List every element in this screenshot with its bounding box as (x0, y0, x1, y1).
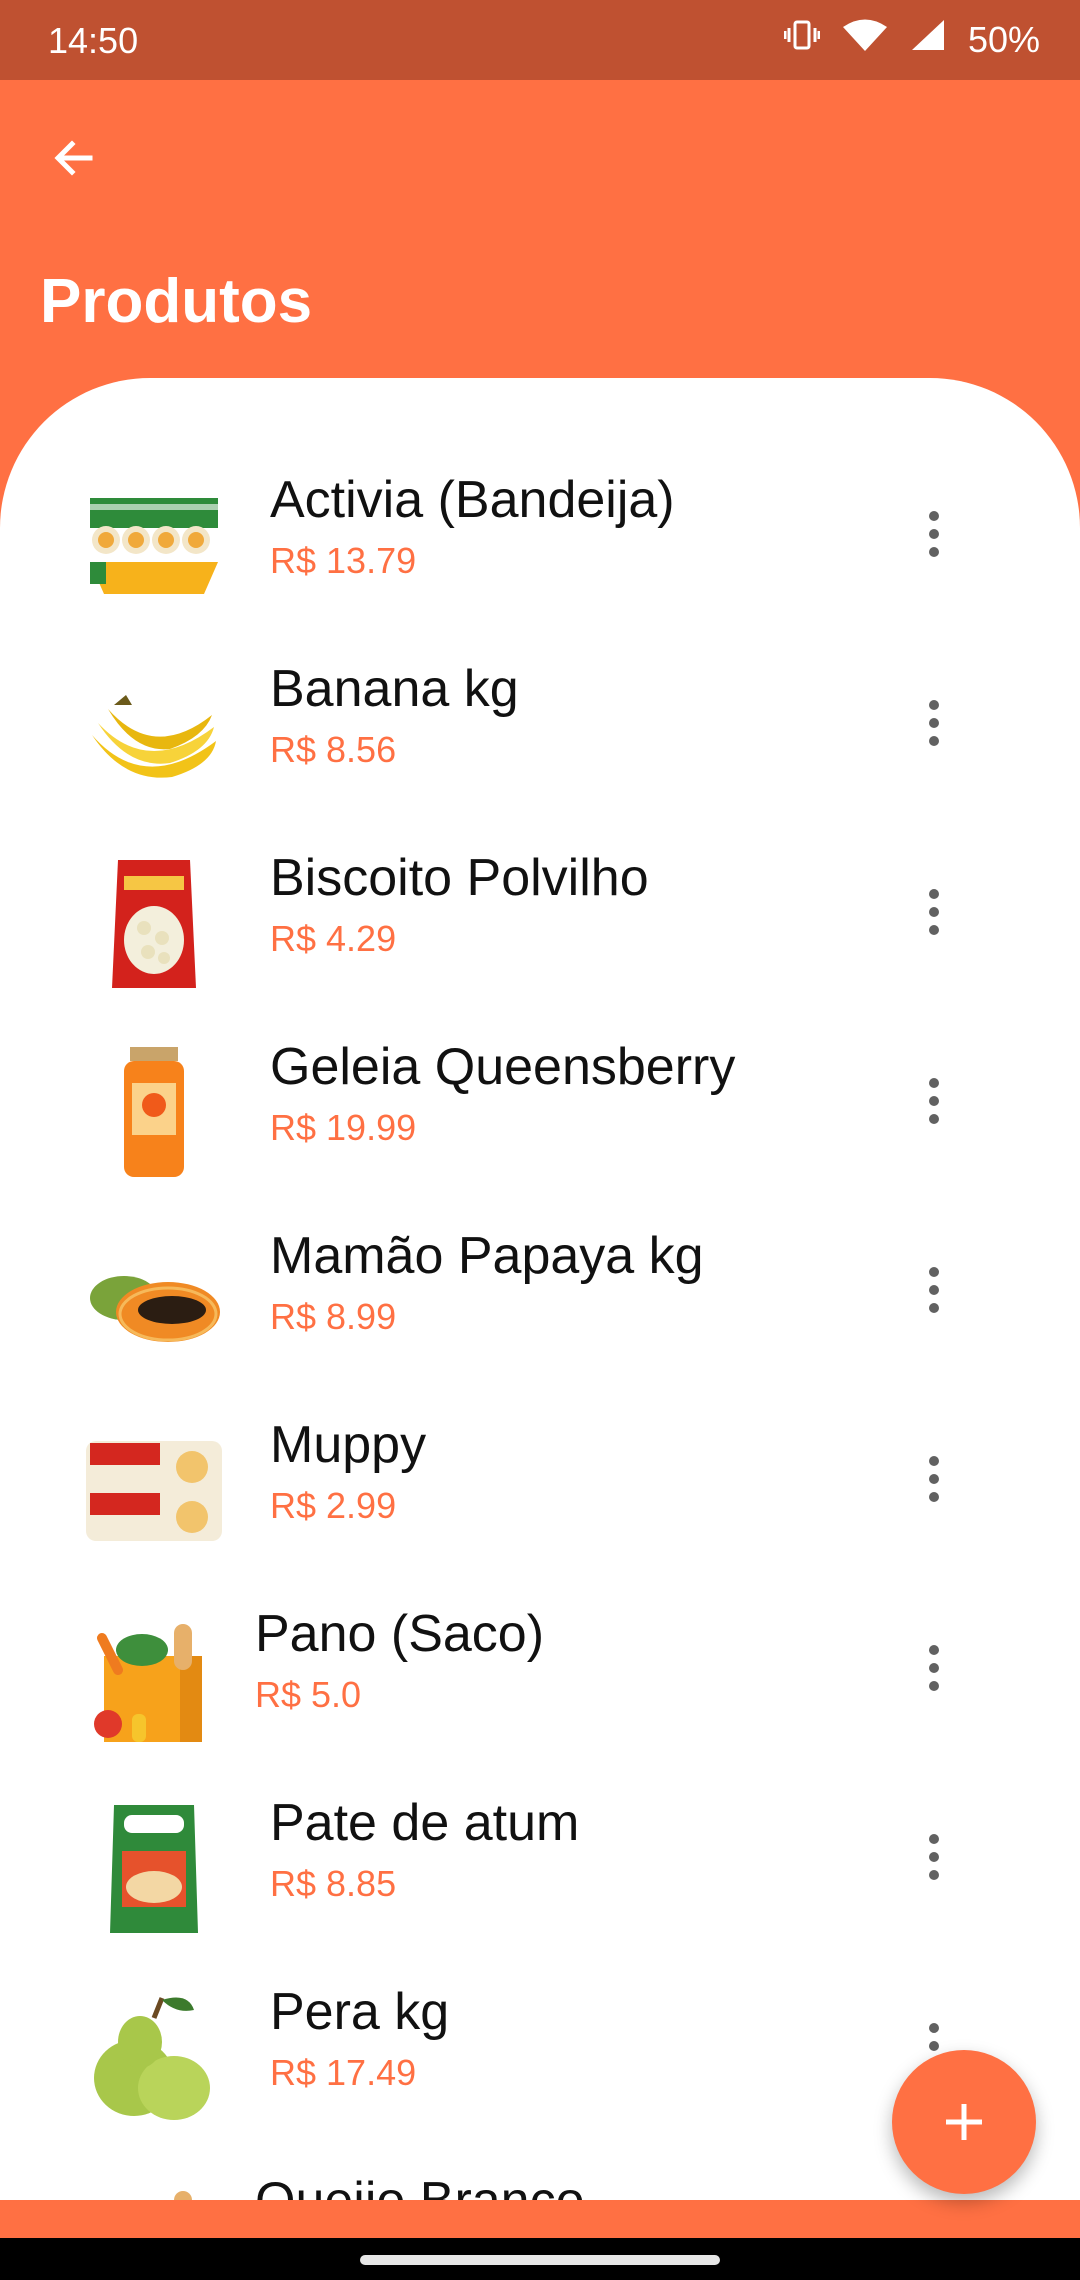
product-item[interactable]: Pano (Saco) R$ 5.0 (0, 1572, 1080, 1761)
product-item[interactable]: Biscoito Polvilho R$ 4.29 (0, 816, 1080, 1005)
vibrate-icon (783, 18, 821, 61)
product-name: Pano (Saco) (255, 1605, 545, 1663)
product-price: R$ 13.79 (270, 540, 417, 581)
product-name: Activia (Bandeija) (270, 471, 675, 529)
more-options-button[interactable] (906, 1821, 962, 1893)
product-price: R$ 5.0 (255, 1674, 362, 1715)
more-options-button[interactable] (906, 876, 962, 948)
more-options-button[interactable] (906, 2199, 962, 2200)
content-sheet: Activia (Bandeija) R$ 13.79 Banana kg R$… (0, 378, 1080, 2200)
product-name: Biscoito Polvilho (270, 849, 649, 907)
status-time: 14:50 (48, 20, 139, 61)
more-options-button[interactable] (906, 1065, 962, 1137)
add-product-button[interactable] (892, 2050, 1036, 2194)
bananas-thumbnail (84, 665, 224, 805)
product-price: R$ 2.99 (270, 1485, 397, 1526)
product-name: Geleia Queensberry (270, 1038, 736, 1096)
plus-icon (946, 2104, 982, 2140)
product-name: Pate de atum (270, 1794, 580, 1852)
more-options-button[interactable] (906, 1443, 962, 1515)
status-icons: 50% (783, 18, 1040, 61)
product-price: R$ 8.56 (270, 729, 397, 770)
product-name: Queijo Branco (255, 2171, 585, 2200)
product-item[interactable]: Banana kg R$ 8.56 (0, 627, 1080, 816)
activia-yogurt-thumbnail (84, 476, 224, 616)
product-price: R$ 8.85 (270, 1863, 397, 1904)
grocery-bag-icon (84, 2177, 224, 2200)
signal-icon (910, 18, 946, 61)
product-item[interactable]: Mamão Papaya kg R$ 8.99 (0, 1194, 1080, 1383)
more-options-button[interactable] (906, 1254, 962, 1326)
papaya-thumbnail (84, 1232, 224, 1372)
page-title: Produtos (40, 267, 313, 336)
jam-jar-thumbnail (84, 1043, 224, 1183)
back-button[interactable] (38, 122, 110, 194)
arrow-back-icon (54, 140, 93, 176)
product-price: R$ 8.99 (270, 1296, 397, 1337)
more-options-button[interactable] (906, 687, 962, 759)
product-price: R$ 17.49 (270, 2052, 417, 2093)
product-price: R$ 4.29 (270, 918, 397, 959)
product-name: Pera kg (270, 1983, 450, 2041)
pears-thumbnail (84, 1988, 224, 2128)
wifi-icon (842, 18, 888, 61)
home-gesture-handle[interactable] (360, 2255, 720, 2265)
tuna-pate-thumbnail (84, 1799, 224, 1939)
product-price: R$ 19.99 (270, 1107, 417, 1148)
product-item[interactable]: Geleia Queensberry R$ 19.99 (0, 1005, 1080, 1194)
product-item[interactable]: Pate de atum R$ 8.85 (0, 1761, 1080, 1950)
product-item[interactable]: Muppy R$ 2.99 (0, 1383, 1080, 1572)
battery-percent: 50% (967, 18, 1040, 60)
status-bar: 14:50 50% (0, 0, 1080, 80)
more-options-button[interactable] (906, 498, 962, 570)
grocery-bag-icon (84, 1610, 224, 1750)
app-bar: Produtos (0, 80, 1080, 380)
more-options-button[interactable] (906, 1632, 962, 1704)
product-item[interactable]: Activia (Bandeija) R$ 13.79 (0, 438, 1080, 627)
product-name: Muppy (270, 1416, 427, 1474)
biscuit-bag-thumbnail (84, 854, 224, 994)
product-name: Banana kg (270, 660, 519, 718)
mupy-box-thumbnail (84, 1421, 224, 1561)
product-name: Mamão Papaya kg (270, 1227, 704, 1285)
